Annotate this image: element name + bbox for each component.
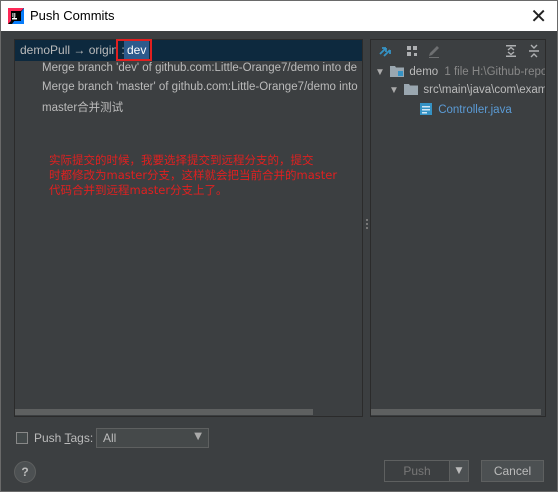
branch-source: demoPull → origin : bbox=[20, 43, 125, 57]
tree-toolbar bbox=[371, 40, 545, 62]
arrow-glyph: → bbox=[73, 43, 86, 57]
scroll-thumb[interactable] bbox=[371, 409, 541, 415]
annotation-line: 时都修改为master分支，这样就会把当前合并的master bbox=[49, 168, 338, 182]
push-tags-label[interactable]: Push Tags: bbox=[34, 431, 93, 445]
horizontal-scrollbar[interactable] bbox=[371, 408, 545, 416]
help-button[interactable]: ? bbox=[14, 461, 36, 483]
cancel-button[interactable]: Cancel bbox=[481, 460, 544, 482]
source-branch: demoPull bbox=[20, 43, 71, 57]
expand-all-icon[interactable] bbox=[503, 43, 519, 59]
tree-file-name: Controller.java bbox=[438, 104, 512, 116]
changes-tree-panel: ▼ demo 1 file H:\Github-repo ▼ src\main\… bbox=[370, 39, 546, 417]
module-folder-icon bbox=[390, 66, 405, 77]
tags-dropdown-value: All bbox=[103, 431, 117, 445]
tree-folder-path: src\main\java\com\exam bbox=[423, 84, 546, 96]
tree-folder-row[interactable]: ▼ src\main\java\com\exam bbox=[389, 83, 546, 101]
group-icon[interactable] bbox=[405, 43, 421, 59]
push-options-dropdown[interactable]: ▼ bbox=[449, 460, 469, 482]
scroll-thumb[interactable] bbox=[15, 409, 313, 415]
folder-icon bbox=[404, 84, 419, 95]
close-button[interactable]: ✕ bbox=[530, 4, 547, 28]
commit-row[interactable]: master合并测试 bbox=[42, 99, 123, 115]
tree-root-name: demo bbox=[409, 66, 439, 78]
tree-root-info: 1 file H:\Github-repo bbox=[444, 66, 546, 78]
horizontal-scrollbar[interactable] bbox=[15, 408, 362, 416]
expand-arrow-icon[interactable]: ▼ bbox=[375, 67, 387, 78]
mnemonic-letter: T bbox=[64, 431, 71, 445]
annotation-line: 代码合并到远程master分支上了。 bbox=[49, 183, 228, 197]
annotation-line: 实际提交的时候，我要选择提交到远程分支的，提交 bbox=[49, 153, 314, 167]
java-class-icon bbox=[420, 103, 432, 115]
edit-icon[interactable] bbox=[426, 43, 442, 59]
swap-icon[interactable] bbox=[377, 43, 393, 59]
tags-dropdown[interactable]: All ▼ bbox=[96, 428, 209, 448]
push-commits-dialog: IJ Push Commits ✕ demoPull → origin : de… bbox=[0, 0, 558, 492]
splitter-handle[interactable] bbox=[365, 219, 369, 231]
svg-text:IJ: IJ bbox=[12, 13, 16, 19]
expand-arrow-icon[interactable]: ▼ bbox=[389, 85, 401, 96]
title-bar: IJ Push Commits ✕ bbox=[1, 1, 557, 31]
app-icon: IJ bbox=[8, 8, 24, 24]
highlight-box bbox=[116, 39, 152, 61]
tree-root-row[interactable]: ▼ demo 1 file H:\Github-repo bbox=[375, 65, 546, 83]
commits-list: demoPull → origin : dev Merge branch 'de… bbox=[14, 39, 363, 417]
branch-row[interactable]: demoPull → origin : dev bbox=[15, 39, 362, 61]
push-button[interactable]: Push bbox=[384, 460, 450, 482]
tree-file-row[interactable]: Controller.java bbox=[419, 102, 512, 120]
chevron-down-icon: ▼ bbox=[455, 466, 463, 476]
commit-row[interactable]: Merge branch 'dev' of github.com:Little-… bbox=[42, 62, 357, 74]
chevron-down-icon: ▼ bbox=[194, 431, 202, 442]
commit-row[interactable]: Merge branch 'master' of github.com:Litt… bbox=[42, 81, 358, 93]
window-title: Push Commits bbox=[30, 8, 115, 23]
push-tags-checkbox[interactable] bbox=[16, 432, 28, 444]
collapse-all-icon[interactable] bbox=[526, 43, 542, 59]
annotation-note: 实际提交的时候，我要选择提交到远程分支的，提交 时都修改为master分支，这样… bbox=[49, 153, 374, 198]
